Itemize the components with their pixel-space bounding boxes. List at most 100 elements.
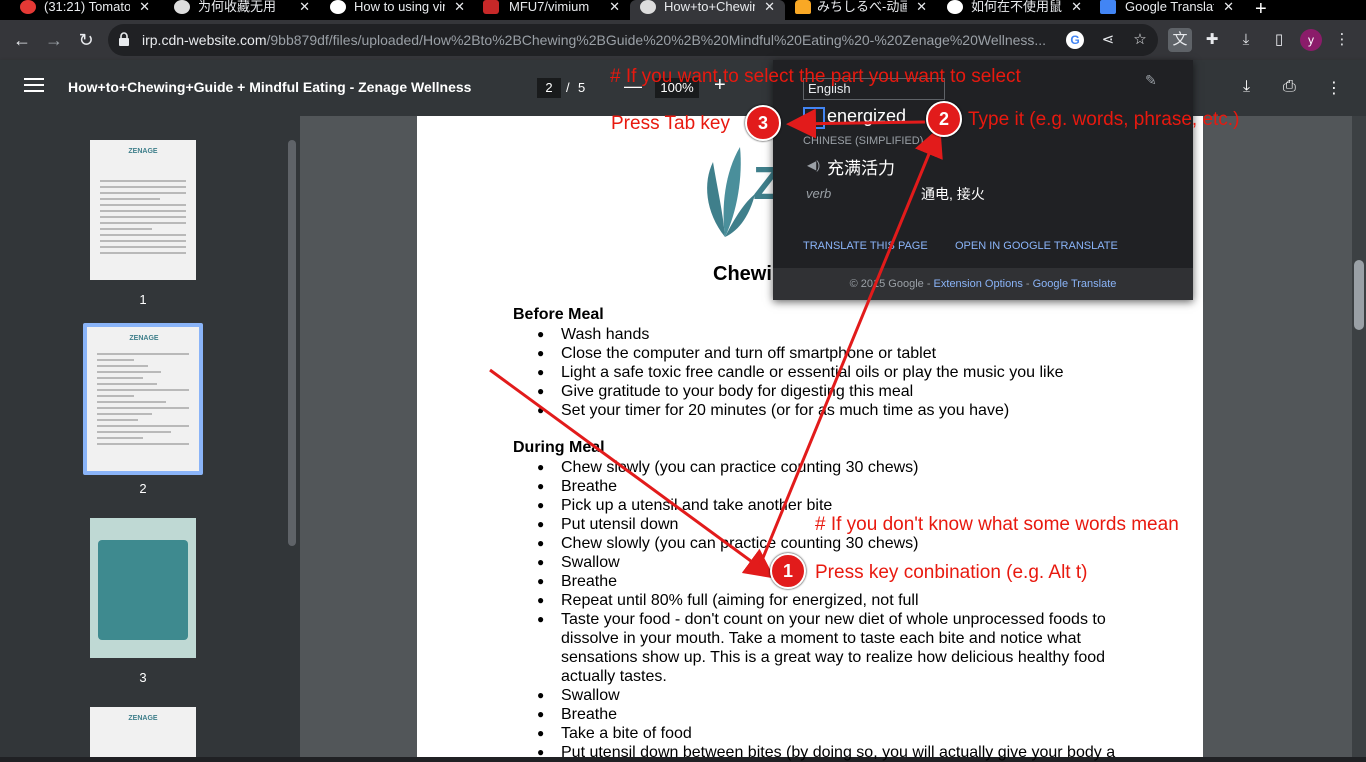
bookmark-star-icon[interactable]: ☆ [1130,30,1150,50]
tab-favorites[interactable]: 为何收藏无用 ✕ [160,0,320,20]
tab-tomato[interactable]: (31:21) Tomato Ti ✕ [0,0,160,20]
google-translate-extension-icon[interactable]: 文 [1168,28,1192,52]
bell-icon [795,0,811,14]
sidebar-scroll-thumb[interactable] [288,140,296,546]
url-host: irp.cdn-website.com [142,32,267,48]
list-item-text: Give gratitude to your body for digestin… [561,383,914,400]
step3-badge: 3 [745,105,781,141]
thumbnail-logo: ZENAGE [128,148,158,155]
google-translate-link[interactable]: Google Translate [1033,278,1117,290]
page-heading: Chewi [713,263,772,285]
tab-title: (31:21) Tomato Ti [44,0,130,14]
page-thumbnail[interactable]: ZENAGE [87,327,199,471]
translate-popup: English ✎ energized CHINESE (SIMPLIFIED)… [773,60,1193,300]
viewer-scroll-thumb[interactable] [1354,260,1364,330]
page-total: 5 [578,80,586,95]
list-item-text: Breathe [561,478,618,495]
page-thumbnail[interactable]: ZENAGE [90,707,196,757]
page-thumbnail[interactable]: ZENAGE [90,140,196,280]
speaker-icon[interactable]: ◀) [807,158,820,172]
download-icon[interactable]: ⤓ [1234,28,1258,52]
open-google-translate-link[interactable]: OPEN IN GOOGLE TRANSLATE [955,240,1118,252]
close-icon[interactable]: ✕ [454,0,465,14]
google-lens-icon[interactable]: G [1066,31,1084,49]
back-arrow-icon[interactable]: ← [10,28,34,52]
list-item-text: Breathe [561,706,618,723]
close-icon[interactable]: ✕ [764,0,775,14]
footer-separator: - [1022,278,1033,290]
list-item-text: Close the computer and turn off smartpho… [561,345,937,362]
pdf-download-icon[interactable]: ⤓ [1243,78,1250,96]
chrome-globe-icon [174,0,190,14]
pdf-more-icon[interactable]: ⋮ [1326,78,1342,98]
forward-arrow-icon[interactable]: → [42,28,66,52]
pdf-title: How+to+Chewing+Guide + Mindful Eating - … [68,79,472,95]
tab-title: 为何收藏无用 [198,0,277,14]
close-icon[interactable]: ✕ [139,0,150,14]
translation-text: 充满活力 [827,159,895,178]
list-item-text: Set your timer for 20 minutes (or for as… [561,402,1010,419]
address-bar[interactable]: irp.cdn-website.com/9bb879df/files/uploa… [108,24,1158,56]
infographic-image [98,540,188,640]
url-text: irp.cdn-website.com/9bb879df/files/uploa… [142,32,1062,48]
step3-label: Press Tab key [611,113,730,134]
menu-hamburger-icon[interactable] [24,78,44,94]
list-item-text: Put utensil down [561,516,679,533]
thumbnail-number: 2 [139,481,147,496]
translate-page-link[interactable]: TRANSLATE THIS PAGE [803,240,928,252]
leaf-logo-icon [707,147,755,237]
list-item-text: Pick up a utensil and take another bite [561,497,833,514]
page-thumbnail[interactable] [90,518,196,658]
translate-popup-footer: © 2015 Google - Extension Options - Goog… [773,268,1193,300]
print-icon[interactable]: ⎙ [1283,78,1296,96]
viewer-scrollbar[interactable] [1352,116,1366,757]
footer-copyright: © 2015 Google - [849,278,934,290]
tab-michishirube[interactable]: みちしるべ-动画 ✕ [785,0,937,20]
tab-mouse[interactable]: 如何在不使用鼠 ✕ [937,0,1092,20]
extensions-puzzle-icon[interactable]: ✚ [1200,28,1224,52]
close-icon[interactable]: ✕ [609,0,620,14]
list-item-text: Put utensil down between bites (by doing… [561,744,1116,761]
tab-vim[interactable]: How to using vim ✕ [320,0,475,20]
lock-icon [119,32,129,46]
tab-chewing-active[interactable]: How+to+Chewing ✕ [630,0,785,20]
source-word[interactable]: energized [827,106,906,127]
google-icon [330,0,346,14]
sidebar-scrollbar[interactable] [286,126,298,749]
note-select-part: # If you want to select the part you wan… [610,66,1021,87]
close-icon[interactable]: ✕ [299,0,310,14]
tab-title: How+to+Chewing [664,0,755,14]
thumbnail-sidebar: ZENAGE 1 ZENAGE 2 3 ZENAGE [0,116,300,757]
step2-badge: 2 [926,101,962,137]
tab-title: How to using vim [354,0,445,14]
tab-title: 如何在不使用鼠 [971,0,1062,14]
list-item-text: Breathe [561,573,618,590]
menu-dots-icon[interactable]: ⋮ [1330,28,1354,52]
tab-google-translate[interactable]: Google Translate ✕ [1092,0,1244,20]
avatar[interactable]: y [1300,29,1322,51]
word-input-box[interactable] [803,107,825,129]
url-path: /9bb879df/files/uploaded/How%2Bto%2BChew… [266,32,1047,48]
close-icon[interactable]: ✕ [916,0,927,14]
share-icon[interactable]: ⋖ [1098,30,1118,50]
tomato-icon [20,0,36,14]
thumbnail-number: 3 [139,670,147,685]
thumbnail-number: 1 [139,292,147,307]
tab-vimium[interactable]: MFU7/vimium ✕ [475,0,630,20]
extension-options-link[interactable]: Extension Options [934,278,1023,290]
close-icon[interactable]: ✕ [1071,0,1082,14]
side-panel-icon[interactable]: ▯ [1267,28,1291,52]
page-number-input[interactable]: 2 [537,78,561,98]
tab-title: MFU7/vimium [509,0,590,14]
edit-pencil-icon[interactable]: ✎ [1145,72,1157,89]
tab-strip: (31:21) Tomato Ti ✕ 为何收藏无用 ✕ How to usin… [0,0,1366,20]
github-icon [483,0,499,14]
close-icon[interactable]: ✕ [1223,0,1234,14]
new-tab-button[interactable]: + [1255,0,1267,20]
section-before-meal: Before Meal [513,306,604,323]
list-item-text: Light a safe toxic free candle or essent… [561,364,1064,381]
reload-icon[interactable]: ↻ [74,28,98,52]
list-item-text: Repeat until 80% full (aiming for energi… [561,592,919,609]
translate-icon [1100,0,1116,14]
target-language-label: CHINESE (SIMPLIFIED) [803,135,924,147]
